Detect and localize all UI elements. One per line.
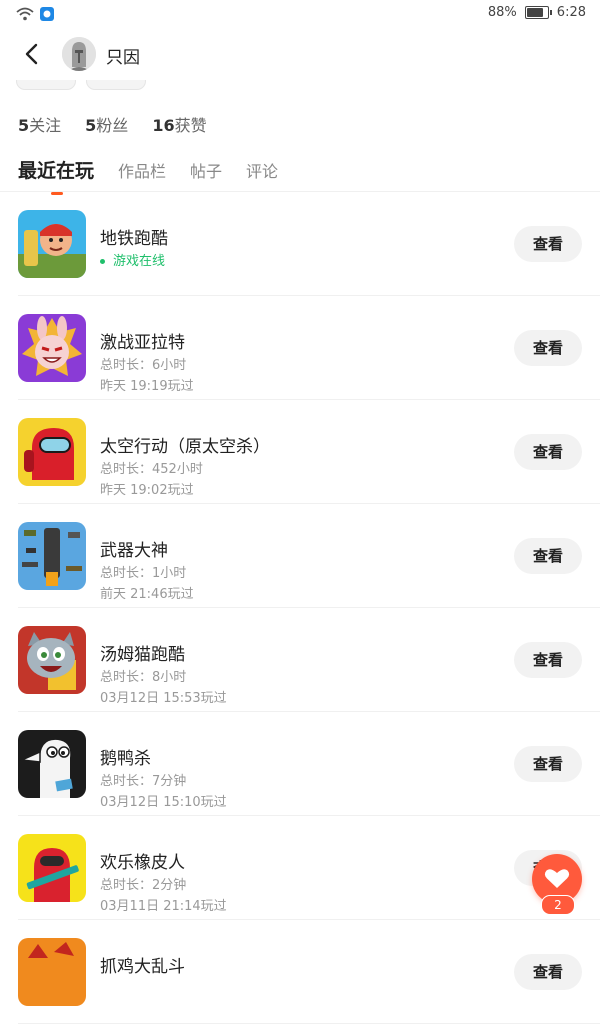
avatar[interactable] xyxy=(62,37,96,71)
profile-stats: 5关注 5粉丝 16获赞 xyxy=(18,112,207,136)
last-played: 03月11日 21:14玩过 xyxy=(100,899,227,914)
view-button[interactable]: 查看 xyxy=(514,642,582,678)
back-arrow-icon xyxy=(25,43,38,65)
list-item[interactable]: 激战亚拉特 总时长：6小时 昨天 19:19玩过 查看 xyxy=(18,296,600,400)
goose-icon xyxy=(18,730,86,798)
view-button[interactable]: 查看 xyxy=(514,434,582,470)
rubber-man-icon xyxy=(18,834,86,902)
view-button[interactable]: 查看 xyxy=(514,954,582,990)
following-stat[interactable]: 5关注 xyxy=(18,112,61,136)
game-name: 地铁跑酷 xyxy=(100,229,168,249)
game-name: 欢乐橡皮人 xyxy=(100,853,185,873)
game-name: 汤姆猫跑酷 xyxy=(100,645,185,665)
wifi-icon xyxy=(16,6,34,25)
total-playtime: 总时长：1小时 xyxy=(100,566,187,581)
list-item[interactable]: 汤姆猫跑酷 总时长：8小时 03月12日 15:53玩过 查看 xyxy=(18,608,600,712)
last-played: 03月12日 15:10玩过 xyxy=(100,795,227,810)
game-name: 武器大神 xyxy=(100,541,168,561)
list-item[interactable]: 鹅鸭杀 总时长：7分钟 03月12日 15:10玩过 查看 xyxy=(18,712,600,816)
view-button[interactable]: 查看 xyxy=(514,746,582,782)
online-status: 游戏在线 xyxy=(100,250,165,269)
total-playtime: 总时长：2分钟 xyxy=(100,878,187,893)
total-playtime: 总时长：6小时 xyxy=(100,358,187,373)
battery-percent: 88% xyxy=(487,5,517,20)
list-item[interactable]: 武器大神 总时长：1小时 前天 21:46玩过 查看 xyxy=(18,504,600,608)
followers-stat[interactable]: 5粉丝 xyxy=(85,112,128,136)
last-played: 03月12日 15:53玩过 xyxy=(100,691,227,706)
app-notification-icon xyxy=(40,6,54,25)
tab-posts[interactable]: 帖子 xyxy=(190,158,222,182)
like-count-badge: 2 xyxy=(541,895,575,915)
list-item[interactable]: 地铁跑酷 游戏在线 查看 xyxy=(18,192,600,296)
list-item[interactable]: 欢乐橡皮人 总时长：2分钟 03月11日 21:14玩过 查看 xyxy=(18,816,600,920)
tab-works[interactable]: 作品栏 xyxy=(118,158,166,182)
knight-helmet-icon xyxy=(62,37,96,71)
battery-icon xyxy=(524,6,552,19)
total-playtime: 总时长：8小时 xyxy=(100,670,187,685)
last-played: 昨天 19:19玩过 xyxy=(100,379,194,394)
view-button[interactable]: 查看 xyxy=(514,330,582,366)
profile-header: 只因 xyxy=(0,28,600,80)
chicken-brawl-icon xyxy=(18,938,86,1006)
crewmate-icon xyxy=(18,418,86,486)
list-item[interactable]: 太空行动（原太空杀） 总时长：452小时 昨天 19:02玩过 查看 xyxy=(18,400,600,504)
total-playtime: 总时长：452小时 xyxy=(100,462,203,477)
weapons-icon xyxy=(18,522,86,590)
game-list: 地铁跑酷 游戏在线 查看 激战亚拉特 总时长：6小时 昨天 19:19玩过 查看 xyxy=(0,192,600,1024)
view-button[interactable]: 查看 xyxy=(514,538,582,574)
clock: 6:28 xyxy=(556,5,586,20)
game-name: 抓鸡大乱斗 xyxy=(100,957,185,977)
tab-recently-played[interactable]: 最近在玩 xyxy=(18,156,94,195)
list-item[interactable]: 抓鸡大乱斗 查看 xyxy=(18,920,600,1024)
tab-comments[interactable]: 评论 xyxy=(246,158,278,182)
game-name: 鹅鸭杀 xyxy=(100,749,151,769)
profile-tabs: 最近在玩 作品栏 帖子 评论 xyxy=(18,156,302,195)
status-bar: 88% 6:28 xyxy=(0,0,600,28)
online-dot-icon xyxy=(100,259,105,264)
subway-surfers-icon xyxy=(18,210,86,278)
game-name: 太空行动（原太空杀） xyxy=(100,437,270,457)
last-played: 昨天 19:02玩过 xyxy=(100,483,194,498)
total-playtime: 总时长：7分钟 xyxy=(100,774,187,789)
back-button[interactable] xyxy=(20,42,44,66)
last-played: 前天 21:46玩过 xyxy=(100,587,194,602)
user-name: 只因 xyxy=(106,48,140,68)
view-button[interactable]: 查看 xyxy=(514,226,582,262)
talking-tom-icon xyxy=(18,626,86,694)
angry-bunny-icon xyxy=(18,314,86,382)
likes-stat[interactable]: 16获赞 xyxy=(152,112,206,136)
game-name: 激战亚拉特 xyxy=(100,333,185,353)
